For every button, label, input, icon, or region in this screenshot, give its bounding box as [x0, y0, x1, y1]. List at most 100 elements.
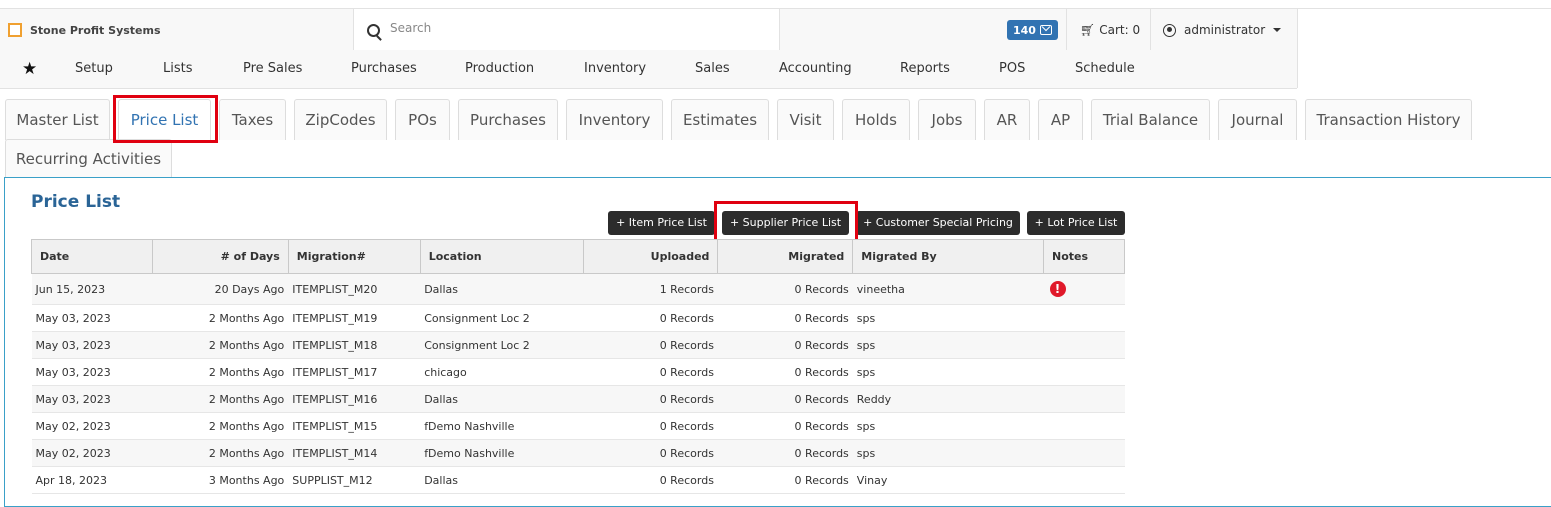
table-row[interactable]: May 02, 2023 2 Months Ago ITEMPLIST_M14 …	[31, 439, 1125, 467]
table-row[interactable]: Apr 18, 2023 3 Months Ago SUPPLIST_M12 D…	[31, 466, 1125, 494]
cell-location: chicago	[420, 358, 584, 386]
tab-journal[interactable]: Journal	[1218, 99, 1297, 140]
table-row[interactable]: May 03, 2023 2 Months Ago ITEMPLIST_M17 …	[31, 358, 1125, 386]
table-row[interactable]: May 03, 2023 2 Months Ago ITEMPLIST_M16 …	[31, 385, 1125, 413]
cell-date: May 02, 2023	[31, 439, 153, 467]
cart-button[interactable]: 🛒︎ Cart: 0	[1080, 9, 1140, 51]
column-header-uploaded[interactable]: Uploaded	[582, 239, 719, 274]
menu-production[interactable]: Production	[465, 50, 534, 88]
menu-setup[interactable]: Setup	[75, 50, 113, 88]
column-header-migrated[interactable]: Migrated	[717, 239, 854, 274]
table-row[interactable]: May 03, 2023 2 Months Ago ITEMPLIST_M18 …	[31, 331, 1125, 359]
cell-migrated-by: sps	[852, 358, 1044, 386]
cell-date: Apr 18, 2023	[31, 466, 153, 494]
menu-schedule[interactable]: Schedule	[1075, 50, 1135, 88]
menu-pos[interactable]: POS	[999, 50, 1025, 88]
cell-date: May 03, 2023	[31, 358, 153, 386]
user-menu[interactable]: administrator	[1163, 9, 1282, 51]
cell-location: Consignment Loc 2	[420, 304, 584, 332]
cell-notes	[1043, 439, 1125, 467]
cell-migrated: 0 Records	[717, 412, 853, 440]
customer-special-pricing-button[interactable]: + Customer Special Pricing	[856, 211, 1020, 235]
cell-location: fDemo Nashville	[420, 439, 584, 467]
menu-inventory[interactable]: Inventory	[584, 50, 646, 88]
cell-location: Dallas	[420, 466, 584, 494]
alert-icon[interactable]: !	[1049, 281, 1066, 297]
supplier-price-list-button[interactable]: + Supplier Price List	[722, 211, 849, 235]
tab-taxes[interactable]: Taxes	[219, 99, 286, 140]
tab-recurring-activities[interactable]: Recurring Activities	[5, 139, 172, 178]
item-price-list-button[interactable]: + Item Price List	[608, 211, 715, 235]
menu-pre-sales[interactable]: Pre Sales	[243, 50, 302, 88]
menu-accounting[interactable]: Accounting	[779, 50, 852, 88]
column-header-notes[interactable]: Notes	[1043, 239, 1125, 274]
cell-location: Dallas	[420, 273, 584, 305]
tab-inventory[interactable]: Inventory	[566, 99, 663, 140]
cell-days: 2 Months Ago	[152, 439, 289, 467]
cell-migration: ITEMPLIST_M16	[288, 385, 421, 413]
logo-icon	[8, 23, 22, 37]
tab-visit[interactable]: Visit	[777, 99, 834, 140]
tab-ap[interactable]: AP	[1038, 99, 1083, 140]
brand[interactable]: Stone Profit Systems	[8, 9, 161, 51]
tab-pos[interactable]: POs	[395, 99, 450, 140]
tab-zipcodes[interactable]: ZipCodes	[294, 99, 387, 140]
lot-price-list-button[interactable]: + Lot Price List	[1027, 211, 1125, 235]
star-icon[interactable]: ★	[22, 50, 37, 88]
menu-sales[interactable]: Sales	[695, 50, 730, 88]
cell-days: 20 Days Ago	[152, 273, 289, 305]
notifications-badge[interactable]: 140	[1007, 20, 1058, 40]
cell-uploaded: 0 Records	[583, 385, 718, 413]
menu-purchases[interactable]: Purchases	[351, 50, 417, 88]
notifications-count: 140	[1013, 23, 1036, 37]
column-header-location[interactable]: Location	[419, 239, 584, 274]
tab-trial-balance[interactable]: Trial Balance	[1091, 99, 1210, 140]
tab-transaction-history[interactable]: Transaction History	[1305, 99, 1472, 140]
tab-estimates[interactable]: Estimates	[671, 99, 769, 140]
cell-date: Jun 15, 2023	[31, 273, 153, 305]
cell-date: May 02, 2023	[31, 412, 153, 440]
cart-label: Cart: 0	[1099, 23, 1141, 37]
column-header-days[interactable]: # of Days	[151, 239, 289, 274]
cell-migrated-by: sps	[852, 412, 1044, 440]
cell-migration: SUPPLIST_M12	[288, 466, 421, 494]
tab-jobs[interactable]: Jobs	[918, 99, 976, 140]
main-menu: ★ Setup Lists Pre Sales Purchases Produc…	[0, 50, 1297, 89]
menu-reports[interactable]: Reports	[900, 50, 950, 88]
column-header-migration[interactable]: Migration#	[287, 239, 421, 274]
cell-notes	[1043, 331, 1125, 359]
cell-days: 3 Months Ago	[152, 466, 289, 494]
table-row[interactable]: Jun 15, 2023 20 Days Ago ITEMPLIST_M20 D…	[31, 273, 1125, 305]
cell-date: May 03, 2023	[31, 385, 153, 413]
cell-migration: ITEMPLIST_M17	[288, 358, 421, 386]
user-name: administrator	[1184, 23, 1266, 37]
tab-purchases[interactable]: Purchases	[458, 99, 558, 140]
cell-uploaded: 0 Records	[583, 358, 718, 386]
column-header-migrated-by[interactable]: Migrated By	[852, 239, 1045, 274]
cart-icon: 🛒︎	[1080, 23, 1096, 37]
search-input[interactable]	[390, 21, 750, 35]
divider	[1150, 9, 1151, 51]
tab-holds[interactable]: Holds	[842, 99, 910, 140]
cell-migration: ITEMPLIST_M14	[288, 439, 421, 467]
cell-location: fDemo Nashville	[420, 412, 584, 440]
menu-lists[interactable]: Lists	[163, 50, 193, 88]
header-spacer	[1297, 8, 1551, 88]
envelope-icon	[1039, 25, 1052, 35]
cell-uploaded: 0 Records	[583, 331, 718, 359]
cell-notes	[1043, 358, 1125, 386]
cell-uploaded: 1 Records	[583, 273, 718, 305]
cell-migration: ITEMPLIST_M18	[288, 331, 421, 359]
page-title: Price List	[31, 192, 121, 212]
table-row[interactable]: May 02, 2023 2 Months Ago ITEMPLIST_M15 …	[31, 412, 1125, 440]
tab-price-list[interactable]: Price List	[118, 99, 211, 140]
tab-ar[interactable]: AR	[984, 99, 1030, 140]
cell-notes	[1043, 412, 1125, 440]
divider	[1066, 9, 1067, 51]
search-box	[353, 9, 780, 51]
column-header-date[interactable]: Date	[31, 239, 153, 274]
table-row[interactable]: May 03, 2023 2 Months Ago ITEMPLIST_M19 …	[31, 304, 1125, 332]
top-bar: Stone Profit Systems 140 🛒︎ Cart: 0 admi…	[0, 8, 1297, 52]
cell-migrated-by: Reddy	[852, 385, 1044, 413]
tab-master-list[interactable]: Master List	[5, 99, 110, 140]
